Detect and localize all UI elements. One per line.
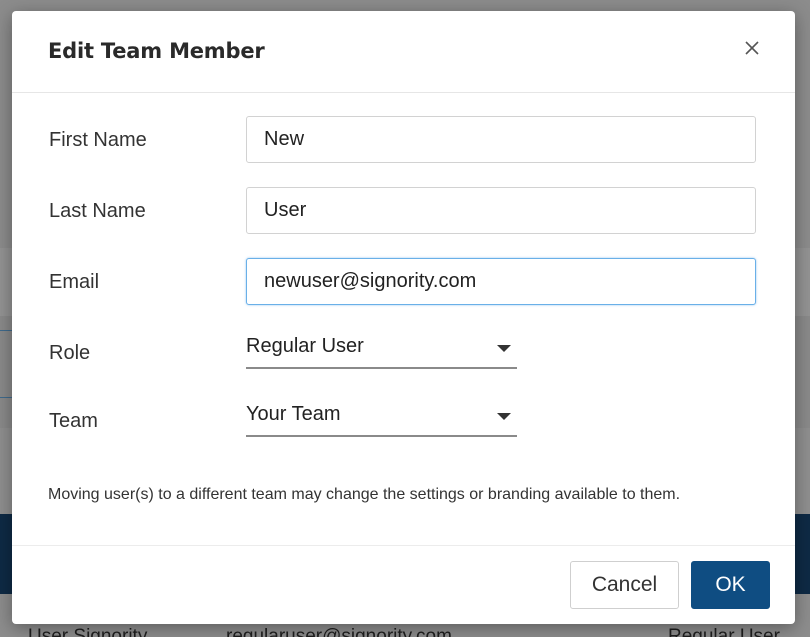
first-name-label: First Name <box>49 129 147 151</box>
dialog-title: Edit Team Member <box>48 39 265 63</box>
cancel-button[interactable]: Cancel <box>570 561 679 609</box>
last-name-row: Last Name <box>12 187 795 235</box>
email-field[interactable] <box>246 258 756 305</box>
edit-team-member-dialog: Edit Team Member First Name Last Name Em… <box>12 11 795 624</box>
last-name-label: Last Name <box>49 200 146 222</box>
team-row: Team Your Team <box>12 397 795 445</box>
role-row: Role Regular User <box>12 329 795 377</box>
last-name-field[interactable] <box>246 187 756 234</box>
chevron-down-icon <box>497 345 511 352</box>
role-select-value: Regular User <box>246 335 364 357</box>
first-name-field[interactable] <box>246 116 756 163</box>
team-label: Team <box>49 410 98 432</box>
team-change-help-text: Moving user(s) to a different team may c… <box>48 486 681 503</box>
email-label: Email <box>49 271 100 293</box>
team-select-value: Your Team <box>246 403 341 425</box>
role-select[interactable]: Regular User <box>246 331 517 369</box>
dialog-header: Edit Team Member <box>12 11 795 93</box>
ok-button[interactable]: OK <box>691 561 770 609</box>
background-row-email: regularuser@signority.com <box>226 626 452 637</box>
chevron-down-icon <box>497 413 511 420</box>
background-row-role: Regular User <box>668 626 780 637</box>
email-row: Email <box>12 258 795 306</box>
background-row-name: User Signority <box>28 626 148 637</box>
close-icon[interactable] <box>743 39 761 57</box>
team-select[interactable]: Your Team <box>246 399 517 437</box>
dialog-footer: Cancel OK <box>12 545 795 624</box>
role-label: Role <box>49 342 91 364</box>
first-name-row: First Name <box>12 116 795 164</box>
